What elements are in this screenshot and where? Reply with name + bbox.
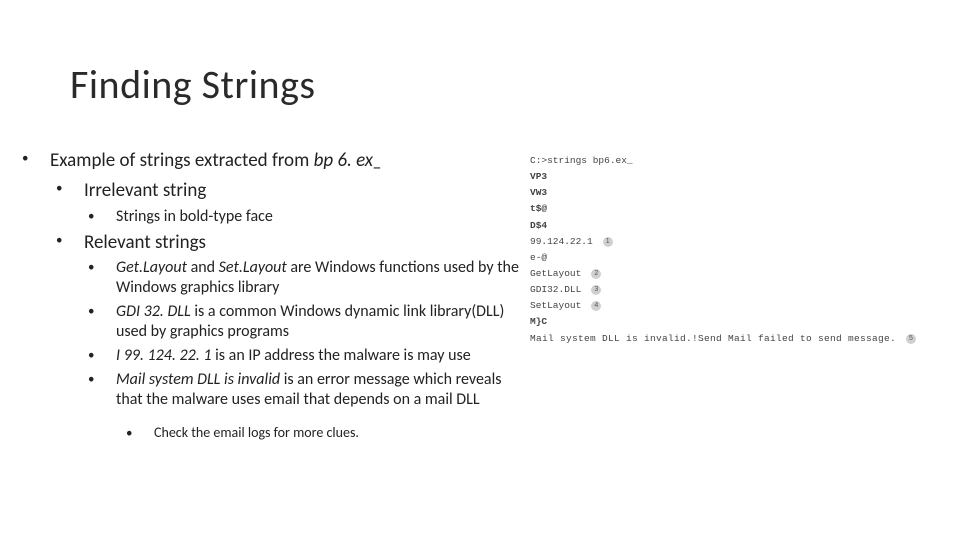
text: Relevant strings [84,231,206,254]
code-line: t$@ [530,201,930,217]
cmd: C:>strings bp6.ex_ [530,153,633,169]
bullet-l3-boldtype: • Strings in bold-type face [102,207,520,227]
bullet-l3-gdi32: • GDI 32. DLL is a common Windows dynami… [102,302,520,342]
filename: bp 6. ex_ [314,149,383,172]
code-output: C:>strings bp6.ex_ VP3 VW3 t$@ D$4 99.12… [530,149,930,442]
term: GDI 32. DLL [116,302,191,321]
bullet-l2-irrelevant: • Irrelevant string [70,179,520,203]
term: Mail system DLL is invalid [116,370,280,389]
val: Mail system DLL is invalid.!Send Mail fa… [530,331,896,347]
val: VP3 [530,169,547,185]
code-line: Mail system DLL is invalid.!Send Mail fa… [530,331,930,347]
content-row: • Example of strings extracted from bp 6… [30,149,930,442]
val: e-@ [530,250,547,266]
text: Check the email logs for more clues. [154,424,359,441]
code-line: VP3 [530,169,930,185]
slide: Finding Strings • Example of strings ext… [0,0,960,462]
text: Example of strings extracted from [50,149,314,172]
bullet-l4-check: • Check the email logs for more clues. [140,424,520,442]
page-title: Finding Strings [70,60,930,109]
text: Strings in bold-type face [116,207,273,226]
val: VW3 [530,185,547,201]
code-line: C:>strings bp6.ex_ [530,153,930,169]
text: and [187,258,219,277]
code-line: M}C [530,314,930,330]
term: Get.Layout [116,258,187,277]
bullet-list: • Example of strings extracted from bp 6… [30,149,520,442]
bullet-l3-maildll: • Mail system DLL is invalid is an error… [102,370,520,410]
val: GDI32.DLL [530,282,581,298]
bullet-l2-relevant: • Relevant strings [70,231,520,255]
bullet-l1-example: • Example of strings extracted from bp 6… [36,149,520,173]
code-line: SetLayout 4 [530,298,930,314]
term: I 99. 124. 22. 1 [116,346,212,365]
term: Set.Layout [219,258,287,277]
code-line: e-@ [530,250,930,266]
annotation-marker-icon: 4 [591,301,601,311]
text: Irrelevant string [84,179,206,202]
code-line: GetLayout 2 [530,266,930,282]
code-line: GDI32.DLL 3 [530,282,930,298]
annotation-marker-icon: 5 [906,334,916,344]
val: GetLayout [530,266,581,282]
annotation-marker-icon: 2 [591,269,601,279]
val: SetLayout [530,298,581,314]
val: t$@ [530,201,547,217]
val: M}C [530,314,547,330]
annotation-marker-icon: 3 [591,285,601,295]
code-line: D$4 [530,218,930,234]
bullet-l3-ip: • I 99. 124. 22. 1 is an IP address the … [102,346,520,366]
val: D$4 [530,218,547,234]
code-line: VW3 [530,185,930,201]
code-line: 99.124.22.1 1 [530,234,930,250]
bullet-l3-getlayout: • Get.Layout and Set.Layout are Windows … [102,258,520,298]
text: is an IP address the malware is may use [212,346,471,365]
annotation-marker-icon: 1 [603,237,613,247]
val: 99.124.22.1 [530,234,593,250]
